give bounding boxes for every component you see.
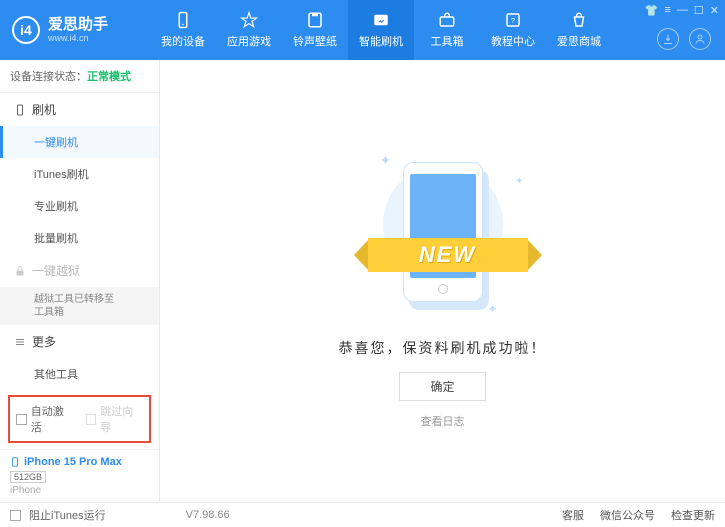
menu-icon[interactable]: ≡ — [664, 4, 670, 17]
skin-icon[interactable]: 👕 — [645, 4, 659, 17]
device-status: 设备连接状态：正常模式 — [0, 60, 159, 93]
success-illustration: ✦ ✦ ✦ NEW — [348, 134, 538, 324]
app-header: i4 爱思助手 www.i4.cn 我的设备应用游戏铃声壁纸智能刷机工具箱?教程… — [0, 0, 725, 60]
nav-icon — [240, 11, 258, 29]
device-type: iPhone — [10, 485, 149, 496]
maximize-icon[interactable]: ☐ — [694, 4, 704, 17]
nav-item[interactable]: 工具箱 — [414, 0, 480, 60]
sidebar-item[interactable]: iTunes刷机 — [0, 158, 159, 190]
section-flash[interactable]: 刷机 — [0, 93, 159, 126]
nav-item[interactable]: ?教程中心 — [480, 0, 546, 60]
footer-link[interactable]: 检查更新 — [671, 507, 715, 523]
auto-activate-checkbox[interactable]: 自动激活 — [16, 403, 74, 435]
success-message: 恭喜您，保资料刷机成功啦！ — [339, 338, 547, 358]
new-ribbon: NEW — [358, 234, 538, 276]
nav-icon — [306, 11, 324, 29]
version-label: V7.98.66 — [186, 509, 230, 521]
status-bar: 阻止iTunes运行 V7.98.66 客服微信公众号检查更新 — [0, 502, 725, 527]
section-more[interactable]: 更多 — [0, 325, 159, 358]
status-mode: 正常模式 — [87, 71, 131, 83]
minimize-icon[interactable]: — — [677, 4, 688, 17]
nav-item[interactable]: 爱思商城 — [546, 0, 612, 60]
nav-icon — [372, 11, 390, 29]
footer-link[interactable]: 客服 — [562, 507, 584, 523]
section-jailbreak: 一键越狱 — [0, 254, 159, 287]
device-name[interactable]: iPhone 15 Pro Max — [10, 456, 149, 468]
checkbox-icon — [10, 510, 21, 521]
flash-options: 自动激活 跳过向导 — [8, 395, 151, 443]
skip-wizard-checkbox: 跳过向导 — [86, 403, 144, 435]
download-icon[interactable] — [657, 28, 679, 50]
app-url: www.i4.cn — [48, 33, 108, 43]
sidebar-item[interactable]: 其他工具 — [0, 358, 159, 389]
top-nav: 我的设备应用游戏铃声壁纸智能刷机工具箱?教程中心爱思商城 — [150, 0, 612, 60]
nav-icon — [570, 11, 588, 29]
nav-item[interactable]: 应用游戏 — [216, 0, 282, 60]
footer-link[interactable]: 微信公众号 — [600, 507, 655, 523]
device-info: iPhone 15 Pro Max 512GB iPhone — [0, 449, 159, 502]
svg-text:?: ? — [511, 16, 515, 25]
window-controls: 👕 ≡ — ☐ ✕ — [645, 4, 719, 17]
nav-item[interactable]: 我的设备 — [150, 0, 216, 60]
sidebar: 设备连接状态：正常模式 刷机 一键刷机iTunes刷机专业刷机批量刷机 一键越狱… — [0, 60, 160, 502]
header-right-actions — [657, 28, 711, 50]
logo-icon: i4 — [12, 16, 40, 44]
nav-icon: ? — [504, 11, 522, 29]
nav-item[interactable]: 智能刷机 — [348, 0, 414, 60]
logo: i4 爱思助手 www.i4.cn — [0, 16, 150, 44]
checkbox-icon — [16, 414, 27, 425]
device-storage: 512GB — [10, 471, 46, 483]
sidebar-item[interactable]: 一键刷机 — [0, 126, 159, 158]
sidebar-item[interactable]: 批量刷机 — [0, 222, 159, 254]
user-icon[interactable] — [689, 28, 711, 50]
nav-item[interactable]: 铃声壁纸 — [282, 0, 348, 60]
view-log-link[interactable]: 查看日志 — [421, 413, 465, 429]
block-itunes-checkbox[interactable]: 阻止iTunes运行 — [10, 507, 106, 523]
footer-links: 客服微信公众号检查更新 — [562, 507, 715, 523]
confirm-button[interactable]: 确定 — [399, 372, 485, 401]
app-title: 爱思助手 — [48, 17, 108, 34]
phone-icon — [10, 456, 20, 468]
main-content: ✦ ✦ ✦ NEW 恭喜您，保资料刷机成功啦！ 确定 查看日志 — [160, 60, 725, 502]
nav-icon — [174, 11, 192, 29]
sidebar-item[interactable]: 专业刷机 — [0, 190, 159, 222]
checkbox-icon — [86, 414, 97, 425]
close-icon[interactable]: ✕ — [710, 4, 719, 17]
sidebar-menu: 刷机 一键刷机iTunes刷机专业刷机批量刷机 一键越狱 越狱工具已转移至 工具… — [0, 93, 159, 389]
nav-icon — [438, 11, 456, 29]
jailbreak-note[interactable]: 越狱工具已转移至 工具箱 — [0, 287, 159, 325]
